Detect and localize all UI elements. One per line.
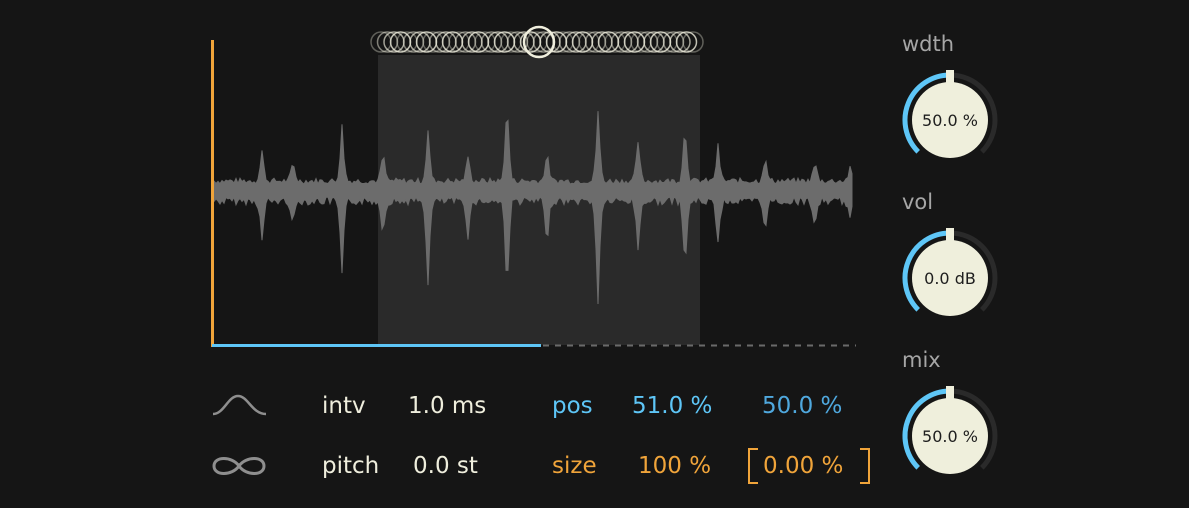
mix-knob[interactable]: 50.0 % xyxy=(900,386,1000,486)
vol-knob-value: 0.0 dB xyxy=(924,268,976,288)
size-spread-value[interactable]: 0.00 % xyxy=(763,452,843,480)
mix-label: mix xyxy=(902,348,941,372)
intv-value[interactable]: 1.0 ms xyxy=(408,392,486,420)
intv-label: intv xyxy=(322,393,366,419)
wdth-knob[interactable]: 50.0 % xyxy=(900,70,1000,170)
wdth-knob-value: 50.0 % xyxy=(922,110,978,130)
vol-knob[interactable]: 0.0 dB xyxy=(900,228,1000,328)
vol-label: vol xyxy=(902,190,934,214)
wdth-label: wdth xyxy=(902,32,955,56)
envelope-curve-icon[interactable] xyxy=(210,392,270,420)
pitch-value[interactable]: 0.0 st xyxy=(413,452,478,480)
pos-spread-value[interactable]: 50.0 % xyxy=(762,392,842,420)
bracket-left xyxy=(748,448,758,484)
size-value[interactable]: 100 % xyxy=(638,452,711,480)
pos-value[interactable]: 51.0 % xyxy=(632,392,712,420)
granular-panel: intv 1.0 ms pos 51.0 % 50.0 % pitch 0.0 … xyxy=(0,0,1189,508)
waveform-display[interactable] xyxy=(0,0,880,360)
bracket-right xyxy=(860,448,870,484)
pitch-label: pitch xyxy=(322,453,380,479)
mix-knob-value: 50.0 % xyxy=(922,426,978,446)
infinity-icon[interactable] xyxy=(210,452,270,480)
pos-label: pos xyxy=(552,393,593,419)
size-label: size xyxy=(552,453,597,479)
grain-cloud xyxy=(370,25,704,59)
